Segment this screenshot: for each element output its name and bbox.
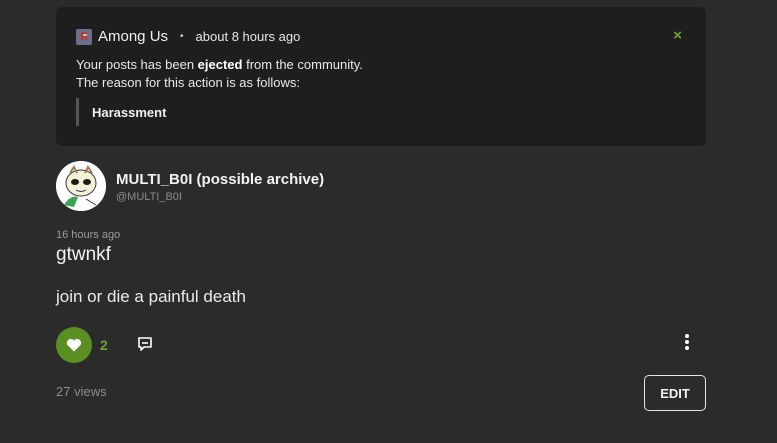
post-title: gtwnkf [56, 244, 111, 265]
heart-icon [66, 338, 82, 352]
notice-reason: Harassment [76, 98, 166, 126]
view-count: 27 views [56, 384, 107, 399]
avatar[interactable] [56, 161, 106, 211]
among-us-icon [76, 28, 92, 45]
notice-header: Among Us • about 8 hours ago [76, 28, 300, 45]
notice-message-prefix: Your posts has been [76, 57, 198, 72]
reply-icon[interactable] [137, 336, 153, 352]
post-timestamp: 16 hours ago [56, 229, 121, 241]
like-button[interactable] [56, 327, 92, 363]
edit-button[interactable]: EDIT [644, 375, 706, 411]
notice-message-line2: The reason for this action is as follows… [76, 75, 300, 90]
author-name[interactable]: MULTI_B0I (possible archive) [116, 171, 324, 188]
like-count: 2 [100, 337, 108, 353]
notice-message-suffix: from the community. [242, 57, 363, 72]
notice-timestamp: about 8 hours ago [195, 29, 301, 44]
separator-dot: • [180, 31, 184, 42]
notice-message-line1: Your posts has been ejected from the com… [76, 57, 363, 72]
close-icon[interactable]: × [673, 28, 682, 44]
author-handle: @MULTI_B0I [116, 191, 182, 203]
notice-message-bold: ejected [197, 57, 243, 72]
more-options-icon[interactable] [684, 334, 690, 354]
post-body: join or die a painful death [56, 287, 246, 306]
moderation-notice: Among Us • about 8 hours ago × Your post… [56, 7, 706, 146]
community-name[interactable]: Among Us [98, 28, 168, 45]
